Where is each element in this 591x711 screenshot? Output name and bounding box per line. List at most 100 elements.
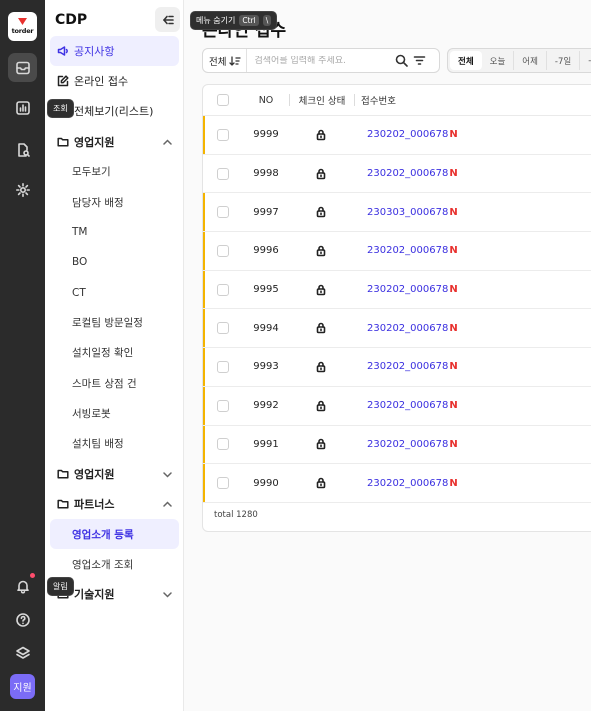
search-input[interactable]	[247, 55, 394, 66]
row-checkbox[interactable]	[217, 322, 229, 335]
rail-search-doc-button[interactable]	[8, 135, 37, 164]
new-badge: N	[449, 129, 458, 141]
collapse-menu-tooltip: 메뉴 숨기기 Ctrl \	[190, 11, 278, 30]
folder-icon	[57, 469, 69, 479]
row-no: 9993	[253, 361, 279, 373]
search-scope-select[interactable]: 전체	[203, 49, 248, 72]
sidebar-item-view-all[interactable]: 모두보기	[45, 157, 184, 187]
receipt-number-link[interactable]: 230202_000678	[367, 245, 448, 256]
chevron-up-icon	[163, 139, 172, 145]
filter-icon[interactable]	[413, 54, 426, 67]
inbox-icon	[15, 61, 30, 74]
sidebar-item-label: BO	[72, 256, 88, 269]
row-checkbox[interactable]	[217, 399, 229, 412]
chevron-down-icon	[163, 592, 172, 598]
sidebar-group-partners[interactable]: 파트너스	[45, 489, 184, 519]
logo-mark-icon	[18, 18, 27, 25]
lock-icon	[316, 439, 326, 450]
sidebar-item-bo[interactable]: BO	[45, 247, 184, 277]
sidebar-item-label: 온라인 접수	[74, 75, 129, 89]
sidebar-item-label: 설치일정 확인	[72, 347, 134, 360]
table-row[interactable]: 9997 230303_000678N	[203, 193, 591, 233]
tooltip-text: 메뉴 숨기기	[196, 16, 236, 25]
table-row[interactable]: 9992 230202_000678N	[203, 386, 591, 426]
date-filter-yesterday[interactable]: 어제	[514, 51, 547, 70]
table-row[interactable]: 9996 230202_000678N	[203, 232, 591, 271]
sidebar-item-tm[interactable]: TM	[45, 217, 184, 247]
row-checkbox[interactable]	[217, 128, 229, 141]
receipt-number-link[interactable]: 230202_000678	[367, 284, 448, 295]
date-filter-minus7[interactable]: -7일	[547, 51, 581, 70]
rail-chart-button[interactable]	[8, 93, 37, 122]
rail-help-button[interactable]	[8, 605, 37, 634]
sidebar-item-smart-store[interactable]: 스마트 상점 건	[45, 368, 184, 398]
date-filter-all[interactable]: 전체	[450, 51, 482, 70]
rail-layers-button[interactable]	[8, 638, 37, 667]
sidebar-item-serving-robot[interactable]: 서빙로봇	[45, 398, 184, 428]
help-icon	[15, 612, 30, 627]
row-checkbox[interactable]	[217, 438, 229, 451]
date-filter-today[interactable]: 오늘	[482, 51, 515, 70]
sidebar-item-install-schedule[interactable]: 설치일정 확인	[45, 338, 184, 368]
rail-inbox-button[interactable]	[8, 53, 37, 82]
row-checkbox[interactable]	[217, 167, 229, 180]
sidebar-item-label: 모두보기	[72, 166, 111, 179]
search-icon[interactable]	[395, 54, 409, 67]
sidebar-item-local-team-visit[interactable]: 로컬팀 방문일정	[45, 308, 184, 338]
sidebar-item-ct[interactable]: CT	[45, 278, 184, 308]
bar-chart-icon	[15, 100, 30, 115]
sidebar-item-label: 로컬팀 방문일정	[72, 317, 143, 330]
sort-icon	[229, 55, 242, 66]
sidebar-item-assign-manager[interactable]: 담당자 배정	[45, 187, 184, 217]
logo-text: torder	[11, 27, 34, 35]
receipt-number-link[interactable]: 230202_000678	[367, 439, 448, 450]
sidebar-item-notice[interactable]: 공지사항	[50, 36, 179, 67]
receipt-number-link[interactable]: 230303_000678	[367, 207, 448, 218]
column-header-no: NO	[258, 94, 274, 106]
receipt-number-link[interactable]: 230202_000678	[367, 478, 448, 489]
row-checkbox[interactable]	[217, 244, 229, 257]
shortcut-key-backslash: \	[262, 15, 272, 26]
rail-settings-button[interactable]	[8, 175, 37, 204]
torder-logo[interactable]: torder	[8, 12, 37, 41]
brand-title: CDP	[55, 12, 88, 28]
collapse-menu-button[interactable]	[155, 7, 180, 32]
sidebar-item-sales-intro-lookup[interactable]: 영업소개 조회	[45, 549, 184, 579]
sidebar-item-online-receipt[interactable]: 온라인 접수	[45, 66, 184, 96]
row-checkbox[interactable]	[217, 360, 229, 373]
table-row[interactable]: 9995 230202_000678N	[203, 270, 591, 310]
row-checkbox[interactable]	[217, 477, 229, 490]
lock-icon	[316, 361, 326, 373]
sidebar-item-label: TM	[72, 226, 88, 239]
select-all-checkbox[interactable]	[217, 94, 229, 106]
receipt-number-link[interactable]: 230202_000678	[367, 168, 448, 179]
table-row[interactable]: 9994 230202_000678N	[203, 309, 591, 349]
table-row[interactable]: 9998 230202_000678N	[203, 155, 591, 194]
new-badge: N	[449, 400, 458, 412]
avatar[interactable]: 지원	[10, 674, 35, 699]
sidebar-group-sales-support-2[interactable]: 영업지원	[45, 459, 184, 489]
row-no: 9998	[253, 168, 279, 180]
sidebar-item-sales-intro-register[interactable]: 영업소개 등록	[50, 519, 179, 550]
table-row[interactable]: 9990 230202_000678N	[203, 464, 591, 503]
new-badge: N	[449, 245, 458, 257]
sidebar-item-label: CT	[72, 286, 86, 299]
row-checkbox[interactable]	[217, 206, 229, 219]
receipt-number-link[interactable]: 230202_000678	[367, 400, 448, 411]
receipt-number-link[interactable]: 230202_000678	[367, 361, 448, 372]
sidebar-item-label: 스마트 상점 건	[72, 377, 137, 390]
table-row[interactable]: 9993 230202_000678N	[203, 348, 591, 387]
row-no: 9991	[253, 438, 279, 450]
sidebar-item-install-team-assign[interactable]: 설치팀 배정	[45, 428, 184, 458]
lock-icon	[316, 206, 326, 218]
date-filter-minus-more[interactable]: -1	[580, 51, 591, 70]
receipt-number-link[interactable]: 230202_000678	[367, 323, 448, 334]
sidebar-group-sales-support[interactable]: 영업지원	[45, 127, 184, 157]
row-no: 9992	[253, 400, 279, 412]
table-row[interactable]: 9999 230202_000678N	[203, 116, 591, 155]
new-badge: N	[449, 361, 458, 373]
receipt-number-link[interactable]: 230202_000678	[367, 129, 448, 140]
table-row[interactable]: 9991 230202_000678N	[203, 425, 591, 465]
shortcut-key-ctrl: Ctrl	[239, 15, 259, 26]
row-checkbox[interactable]	[217, 283, 229, 296]
